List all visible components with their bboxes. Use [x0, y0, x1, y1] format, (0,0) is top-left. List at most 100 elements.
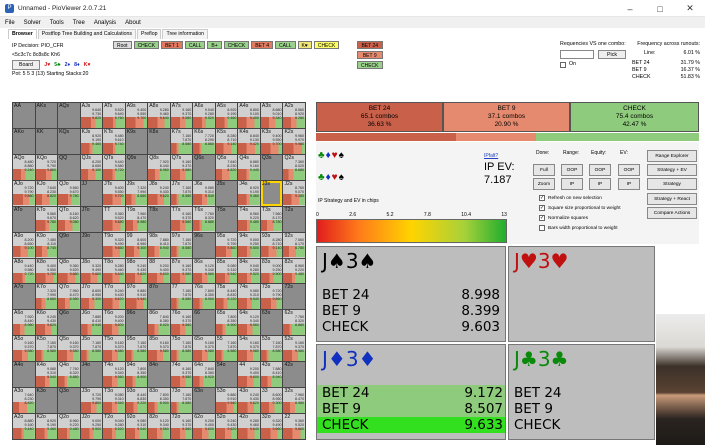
range-cell[interactable]: 7.640 8.230 8.820 KJo: [35, 180, 58, 206]
menu-about[interactable]: About: [125, 20, 141, 26]
range-cell[interactable]: 8.840 9.130 9.420 K4s: [238, 128, 260, 154]
range-cell[interactable]: 7.560 8.170 8.780 92s: [283, 232, 305, 258]
range-cell[interactable]: 9.120 9.340 9.560 82o: [148, 414, 170, 439]
range-cell[interactable]: 9.240 9.430 9.620 43o: [238, 388, 260, 414]
range-cell[interactable]: K8s: [148, 128, 170, 154]
range-cell[interactable]: 7.880 8.410 8.940 43s: [260, 362, 283, 388]
range-cell[interactable]: 9.160 9.370 9.580 72o: [170, 414, 193, 439]
range-cell[interactable]: 9.160 9.370 9.580 Q5o: [58, 336, 80, 362]
range-cell[interactable]: 9.440 9.580 9.720 A8o: [13, 258, 35, 284]
range-cell[interactable]: 9.160 9.370 9.580 74o: [170, 362, 193, 388]
range-cell[interactable]: 9.280 9.460 9.640 42o: [238, 414, 260, 439]
range-oop-button[interactable]: OOP: [561, 164, 583, 176]
range-cell[interactable]: 9.640 9.730 9.820 AJs: [80, 103, 103, 128]
range-cell[interactable]: K9s: [125, 128, 148, 154]
range-cell[interactable]: 7.800 8.350 8.900 94o: [125, 362, 148, 388]
range-cell[interactable]: J3s: [260, 180, 283, 206]
range-cell[interactable]: 7.160 7.870 8.580 53s: [260, 336, 283, 362]
range-cell[interactable]: 8.600 8.950 9.300 99: [125, 232, 148, 258]
range-cell[interactable]: 9.240 9.430 9.620 K6o: [35, 310, 58, 336]
range-cell[interactable]: 9.880 9.910 9.940 53o: [215, 388, 238, 414]
range-cell[interactable]: 9.720 9.790 9.860 J3o: [80, 388, 103, 414]
menu-tree[interactable]: Tree: [73, 20, 85, 26]
combo-panel[interactable]: J♦3♦ BET 24 9.172 BET 9 8.507 CHECK 9.633: [316, 344, 506, 440]
range-cell[interactable]: 8.760 9.070 9.380 J2s: [283, 180, 305, 206]
range-cell[interactable]: 7.640 8.230 8.820 A3o: [13, 388, 35, 414]
range-cell[interactable]: J4o: [80, 362, 103, 388]
range-cell[interactable]: T8s: [148, 206, 170, 232]
range-cell[interactable]: 7.920 8.440 8.960 Q8s: [148, 154, 170, 180]
range-cell[interactable]: 9.320 9.490 9.660 32o: [260, 414, 283, 439]
range-cell[interactable]: 7.760 8.320 8.880 62s: [283, 310, 305, 336]
strategy-segment[interactable]: CHECK 75.4 combos 42.47 %: [570, 102, 699, 132]
range-cell[interactable]: 9.400 9.550 9.700 JTs: [103, 180, 125, 206]
range-cell[interactable]: 9.720 9.790 9.860 73s: [260, 284, 283, 310]
range-cell[interactable]: 7.640 8.230 8.820 Q5s: [215, 154, 238, 180]
refresh-checkbox[interactable]: ✓ Refresh on new selection: [539, 195, 602, 201]
range-cell[interactable]: 7.840 8.380 8.920 64o: [193, 362, 215, 388]
close-button[interactable]: ✕: [675, 0, 705, 17]
strategy-react-button[interactable]: Strategy + React: [647, 193, 697, 205]
range-cell[interactable]: 9.960 9.970 9.980 K2s: [283, 128, 305, 154]
range-cell[interactable]: 8.960 9.220 9.480 82s: [283, 258, 305, 284]
range-cell[interactable]: 63s: [260, 310, 283, 336]
range-cell[interactable]: 7.760 8.320 8.880 Q4o: [58, 362, 80, 388]
action-node-button[interactable]: CHECK: [133, 41, 160, 49]
range-cell[interactable]: 8.680 9.010 9.340 A3s: [260, 103, 283, 128]
range-cell[interactable]: 9.880 9.910 9.940 97o: [125, 284, 148, 310]
range-cell[interactable]: 9.320 9.490 9.660 J8o: [80, 258, 103, 284]
range-cell[interactable]: 7.880 8.410 8.940 J6o: [80, 310, 103, 336]
range-cell[interactable]: 9.360 9.520 9.680 22: [283, 414, 305, 439]
range-cell[interactable]: 8.920 9.190 9.460 K2o: [35, 414, 58, 439]
tab-preflop[interactable]: Preflop: [137, 29, 162, 39]
action-node-button[interactable]: CHECK: [313, 41, 340, 49]
range-grid[interactable]: AA AKs AQs 9.640 9.730 9.820 AJs 9.520 9.640 9.76…: [12, 102, 306, 440]
action-node-button[interactable]: B+: [207, 41, 222, 49]
range-cell[interactable]: JTo: [80, 206, 103, 232]
range-cell[interactable]: 8.960 9.220 9.480 Q2o: [58, 414, 80, 439]
range-cell[interactable]: J9o: [80, 232, 103, 258]
suit-filter-bottom[interactable]: ♣♦♥♠: [318, 172, 345, 183]
range-cell[interactable]: KQs: [58, 128, 80, 154]
range-cell[interactable]: 9.080 9.310 9.540 T3o: [103, 388, 125, 414]
strategy-segment[interactable]: BET 9 37.1 combos 20.90 %: [443, 102, 570, 132]
range-cell[interactable]: Q6s: [193, 154, 215, 180]
range-cell[interactable]: 9.000 9.250 9.500 94s: [238, 232, 260, 258]
range-cell[interactable]: Q3s: [260, 154, 283, 180]
range-cell[interactable]: 7.800 8.350 8.900 76s: [193, 284, 215, 310]
range-cell[interactable]: 8.560 8.920 9.280 A2s: [283, 103, 305, 128]
pick-button[interactable]: Pick: [598, 50, 626, 59]
range-cell[interactable]: 9.000 9.250 9.500 J2o: [80, 414, 103, 439]
range-cell[interactable]: AQs: [58, 103, 80, 128]
range-cell[interactable]: 8.440 8.830 9.220 93o: [125, 388, 148, 414]
range-cell[interactable]: K3o: [35, 388, 58, 414]
range-cell[interactable]: 42s: [283, 362, 305, 388]
range-cell[interactable]: 7.800 8.350 8.900 65s: [215, 310, 238, 336]
range-cell[interactable]: J5s: [215, 180, 238, 206]
range-cell[interactable]: 96o: [125, 310, 148, 336]
action-node-button[interactable]: Root: [113, 41, 132, 49]
range-cell[interactable]: 9.040 9.280 9.520 84s: [238, 258, 260, 284]
range-cell[interactable]: 9.160 9.370 9.580 Q7s: [170, 154, 193, 180]
range-cell[interactable]: 7.480 8.110 8.740 K9o: [35, 232, 58, 258]
range-cell[interactable]: 9.080 9.310 9.540 74s: [238, 284, 260, 310]
range-cell[interactable]: 7.160 7.870 8.580 73o: [170, 388, 193, 414]
range-cell[interactable]: A7o: [13, 284, 35, 310]
range-cell[interactable]: KK: [35, 128, 58, 154]
range-cell[interactable]: 7.760 8.320 8.880 T6s: [193, 206, 215, 232]
pick-input[interactable]: [560, 50, 594, 59]
range-cell[interactable]: 9.160 9.370 9.580 52s: [283, 336, 305, 362]
strategy-segment[interactable]: BET 24 65.1 combos 36.63 %: [316, 102, 443, 132]
menu-file[interactable]: File: [5, 20, 15, 26]
range-cell[interactable]: 9.240 9.430 9.620 98o: [125, 258, 148, 284]
range-cell[interactable]: ATo: [13, 206, 35, 232]
range-cell[interactable]: Q6o: [58, 310, 80, 336]
ip-link[interactable]: IPfalt?: [484, 153, 498, 159]
square-size-checkbox[interactable]: ✓ Square size proportional to weight: [539, 205, 621, 211]
normalize-checkbox[interactable]: ✓ Normalize squares: [539, 215, 588, 221]
action-node-button[interactable]: CALL: [275, 41, 296, 49]
action-node-button[interactable]: K♥: [297, 41, 312, 49]
range-cell[interactable]: 9.520 9.640 9.760 ATs: [103, 103, 125, 128]
maximize-button[interactable]: □: [645, 0, 675, 17]
range-cell[interactable]: 8.960 9.220 9.480 T4s: [238, 206, 260, 232]
